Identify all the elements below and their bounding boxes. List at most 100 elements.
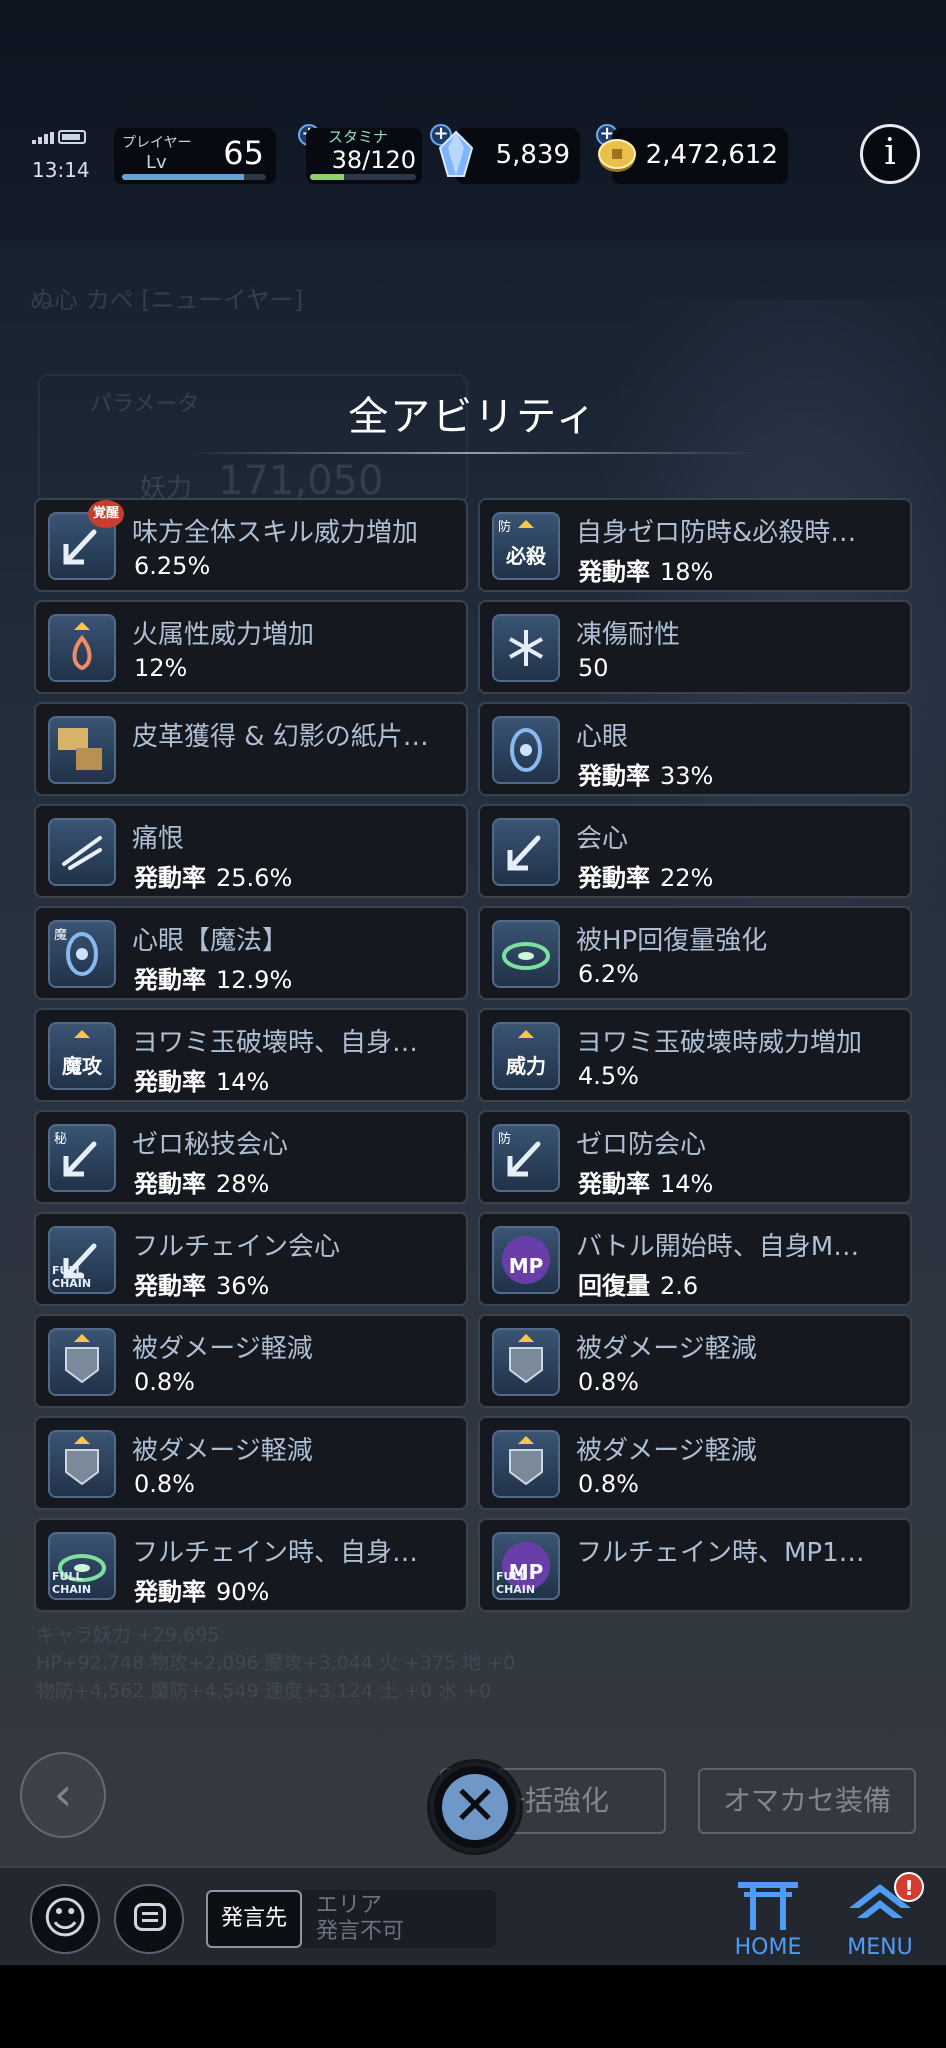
shield-icon [492, 1430, 560, 1498]
auto-equip-button[interactable]: オマカセ装備 [698, 1768, 916, 1834]
ability-value-key: 発動率 [134, 1272, 206, 1300]
ability-name: 被ダメージ軽減 [576, 1334, 757, 1364]
ability-card[interactable]: 会心 発動率 22% [478, 804, 912, 898]
ability-name: 心眼【魔法】 [132, 926, 289, 956]
chat-area-field[interactable]: エリア 発言不可 [302, 1890, 496, 1948]
info-icon: i [884, 132, 896, 173]
title-divider [188, 452, 758, 454]
ability-list: 覚醒 味方全体スキル威力増加 6.25% 必殺防自身ゼロ防時&必殺時… 発動率 18% 火属… [34, 498, 912, 1612]
ability-value-row: 発動率 90% [134, 1572, 269, 1607]
coin-icon [598, 139, 636, 172]
ability-value-row: 発動率 25.6% [134, 858, 292, 893]
ability-value-row: 0.8% [578, 1470, 639, 1498]
iryoku-icon: 威力 [492, 1022, 560, 1090]
ability-card[interactable]: 火属性威力増加 12% [34, 600, 468, 694]
ability-value: 28% [216, 1170, 270, 1198]
ability-name: フルチェイン会心 [132, 1232, 341, 1262]
coin-counter[interactable]: 2,472,612 [612, 128, 788, 184]
ability-value-row: 50 [578, 654, 609, 682]
ability-card[interactable]: 魔 心眼【魔法】発動率 12.9% [34, 906, 468, 1000]
ability-value-row: 6.25% [134, 552, 210, 580]
shield-icon [48, 1328, 116, 1396]
close-button[interactable]: ✕ [430, 1762, 520, 1852]
material-icon [48, 716, 116, 784]
ability-value-row: 回復量 2.6 [578, 1266, 698, 1301]
area-line2: 発言不可 [316, 1919, 405, 1944]
full-chain-label: FULL CHAIN [496, 1570, 536, 1596]
stamina[interactable]: スタミナ 38/120 [306, 128, 422, 184]
ability-card[interactable]: FULL CHAIN フルチェイン会心 発動率 36% [34, 1212, 468, 1306]
icon-corner-label: 防 [498, 520, 512, 535]
ability-card[interactable]: 凍傷耐性 50 [478, 600, 912, 694]
eye-icon: 魔 [48, 920, 116, 988]
icon-corner-label: 魔 [54, 928, 68, 943]
icon-text: MP [508, 1254, 544, 1278]
ability-card[interactable]: 威力 ヨワミ玉破壊時威力増加 4.5% [478, 1008, 912, 1102]
eye-icon [492, 716, 560, 784]
icon-corner-label: 秘 [54, 1132, 68, 1147]
player-level[interactable]: プレイヤー Lv 65 [114, 128, 276, 184]
ability-card[interactable]: 防 ゼロ防会心 発動率 14% [478, 1110, 912, 1204]
menu-button[interactable]: ! MENU [838, 1872, 924, 1962]
arrow-icon [492, 818, 560, 886]
home-button[interactable]: HOME [726, 1878, 810, 1962]
ability-value: 4.5% [578, 1062, 639, 1090]
awakening-badge: 覚醒 [88, 500, 124, 528]
ability-card[interactable]: 必殺 防 自身ゼロ防時&必殺時… 発動率 18% [478, 498, 912, 592]
ability-value-key: 発動率 [134, 966, 206, 994]
ability-name: 火属性威力増加 [132, 620, 315, 650]
send-to-button[interactable]: 発言先 [206, 1890, 302, 1948]
ability-card[interactable]: 秘 ゼロ秘技会心 発動率 28% [34, 1110, 468, 1204]
ability-card[interactable]: 魔攻 ヨワミ玉破壊時、自身… 発動率 14% [34, 1008, 468, 1102]
ability-value-key: 発動率 [578, 864, 650, 892]
ability-card[interactable]: 皮革獲得 & 幻影の紙片… [34, 702, 468, 796]
menu-label: MENU [847, 1935, 913, 1960]
bubble-line [142, 1919, 158, 1922]
icon-text: 必殺 [506, 544, 546, 568]
coin-value: 2,472,612 [645, 140, 778, 170]
close-icon: ✕ [452, 1774, 498, 1837]
ability-card[interactable]: 被ダメージ軽減 0.8% [34, 1314, 468, 1408]
back-button[interactable]: ‹ [20, 1752, 106, 1838]
ability-name: フルチェイン時、自身… [132, 1538, 419, 1568]
ability-value: 50 [578, 654, 609, 682]
ability-value: 0.8% [134, 1470, 195, 1498]
ability-card[interactable]: 心眼 発動率 33% [478, 702, 912, 796]
ability-card[interactable]: 被ダメージ軽減 0.8% [34, 1416, 468, 1510]
ability-card[interactable]: 被HP回復量強化 6.2% [478, 906, 912, 1000]
ability-name: 会心 [576, 824, 629, 854]
ability-card[interactable]: 覚醒 味方全体スキル威力増加 6.25% [34, 498, 468, 592]
ability-name: 被ダメージ軽減 [132, 1334, 313, 1364]
snowflake-icon [492, 614, 560, 682]
ability-card[interactable]: 痛恨 発動率 25.6% [34, 804, 468, 898]
ability-name: ヨワミ玉破壊時威力増加 [576, 1028, 863, 1058]
ability-card[interactable]: MP バトル開始時、自身M… 回復量 2.6 [478, 1212, 912, 1306]
ability-card[interactable]: MP FULL CHAIN フルチェイン時、MP1… [478, 1518, 912, 1612]
ability-value: 36% [216, 1272, 270, 1300]
ability-name: ヨワミ玉破壊時、自身… [132, 1028, 419, 1058]
stamina-value: 38/120 [331, 146, 416, 174]
ability-value-row: 発動率 12.9% [134, 960, 292, 995]
arrow-icon: FULL CHAIN [48, 1226, 116, 1294]
level-progress-bar [122, 174, 266, 180]
ability-card[interactable]: 被ダメージ軽減 0.8% [478, 1314, 912, 1408]
ability-name: ゼロ防会心 [576, 1130, 707, 1160]
info-button[interactable]: i [860, 124, 920, 184]
stamina-progress-bar [310, 174, 416, 180]
emoji-button[interactable]: ☺ [30, 1884, 100, 1954]
ability-card[interactable]: 被ダメージ軽減 0.8% [478, 1416, 912, 1510]
ability-name: ゼロ秘技会心 [132, 1130, 289, 1160]
makou-icon: 魔攻 [48, 1022, 116, 1090]
ability-value: 33% [660, 762, 714, 790]
stamina-label: スタミナ [328, 128, 389, 146]
menu-badge: ! [894, 1872, 924, 1902]
arrow-icon: 防 [492, 1124, 560, 1192]
chat-bar: ☺ 発言先 エリア 発言不可 HOME ! MENU [0, 1866, 946, 1965]
full-chain-label: FULL CHAIN [52, 1570, 92, 1596]
ability-card[interactable]: FULL CHAIN フルチェイン時、自身… 発動率 90% [34, 1518, 468, 1612]
ability-value-key: 発動率 [134, 864, 206, 892]
slash-icon [48, 818, 116, 886]
message-button[interactable] [114, 1884, 184, 1954]
arrow-icon: 覚醒 [48, 500, 124, 580]
smile-icon: ☺ [42, 1893, 88, 1944]
